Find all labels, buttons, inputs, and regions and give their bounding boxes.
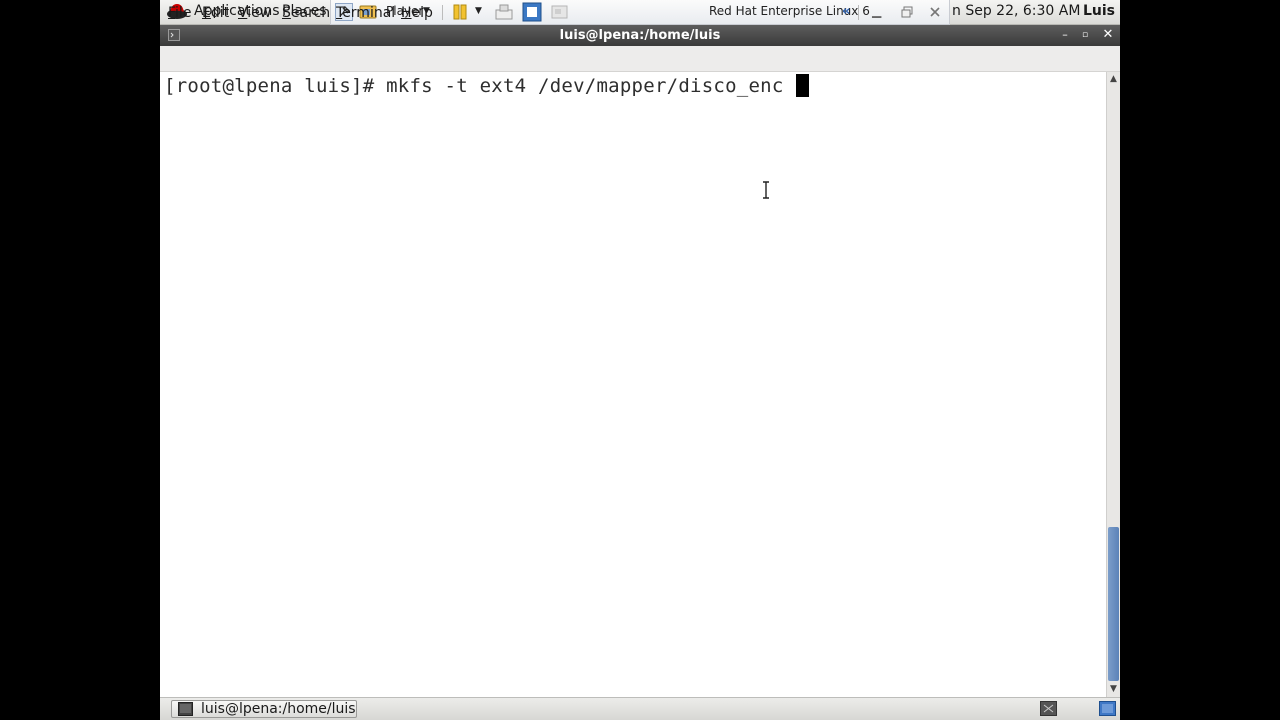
ibeam-cursor-icon — [763, 181, 769, 199]
toolbar-separator — [442, 5, 443, 20]
power-dropdown-icon[interactable]: ▼ — [475, 0, 482, 24]
workspace-switcher-icon[interactable] — [1099, 701, 1116, 716]
removable-devices-icon[interactable] — [495, 4, 513, 20]
menu-help-label: elp — [411, 5, 433, 21]
menu-view-mnemonic: V — [238, 5, 248, 21]
terminal-area[interactable]: [root@lpena luis]# mkfs -t ext4 /dev/map… — [160, 72, 1106, 697]
menu-file-label: ile — [175, 5, 192, 21]
window-title: luis@lpena:/home/luis — [559, 28, 721, 43]
menu-edit-mnemonic: E — [202, 5, 211, 21]
close-icon[interactable]: ✕ — [1100, 27, 1116, 43]
menu-terminal[interactable]: Terminal — [336, 4, 395, 22]
unity-icon[interactable] — [551, 4, 568, 20]
letterbox-left — [0, 0, 160, 720]
terminal-prompt: [root@lpena luis]# — [164, 75, 387, 97]
menu-search-label: earch — [290, 5, 331, 21]
menu-help[interactable]: Help — [401, 4, 433, 22]
scroll-down-icon[interactable]: ▼ — [1107, 682, 1120, 696]
minimize-icon[interactable]: – — [1057, 27, 1073, 43]
menu-file[interactable]: File — [168, 4, 191, 22]
clock[interactable]: n Sep 22, 6:30 AM — [952, 0, 1080, 24]
toolbar-separator — [858, 5, 859, 20]
terminal-line: [root@lpena luis]# mkfs -t ext4 /dev/map… — [164, 74, 810, 97]
menu-file-mnemonic: F — [168, 5, 176, 21]
taskbar-terminal-button[interactable]: luis@lpena:/home/luis — [171, 700, 357, 718]
menu-help-mnemonic: H — [401, 5, 412, 21]
vm-close-icon[interactable] — [929, 6, 941, 18]
show-desktop-icon[interactable] — [1040, 701, 1057, 716]
taskbar-terminal-label: luis@lpena:/home/luis — [201, 701, 356, 717]
menu-search-mnemonic: S — [282, 5, 291, 21]
menu-terminal-label: erminal — [342, 5, 396, 21]
terminal-cursor — [796, 74, 810, 97]
vm-restore-icon[interactable] — [901, 6, 913, 18]
terminal-task-icon — [178, 702, 193, 716]
letterbox-right — [1120, 0, 1280, 720]
menu-view[interactable]: View — [238, 4, 271, 22]
vm-minimize-icon[interactable]: ▁ — [872, 0, 881, 24]
fullscreen-icon[interactable] — [522, 2, 542, 22]
menu-search[interactable]: Search — [282, 4, 330, 22]
scroll-thumb[interactable] — [1108, 527, 1119, 681]
window-title-bar[interactable]: luis@lpena:/home/luis – ▫ ✕ — [160, 25, 1120, 46]
collapse-toolbar-icon[interactable]: « — [842, 0, 850, 24]
menu-bar — [160, 46, 1120, 72]
bottom-panel: luis@lpena:/home/luis — [160, 697, 1120, 720]
pause-icon[interactable] — [452, 4, 468, 20]
menu-view-label: iew — [247, 5, 272, 21]
user-menu[interactable]: Luis — [1083, 0, 1115, 24]
menu-edit[interactable]: Edit — [202, 4, 229, 22]
scrollbar[interactable]: ▲ ▼ — [1106, 72, 1120, 697]
maximize-icon[interactable]: ▫ — [1077, 27, 1093, 43]
terminal-command: mkfs -t ext4 /dev/mapper/disco_enc — [386, 75, 796, 97]
menu-edit-label: dit — [210, 5, 230, 21]
scroll-up-icon[interactable]: ▲ — [1107, 72, 1120, 86]
